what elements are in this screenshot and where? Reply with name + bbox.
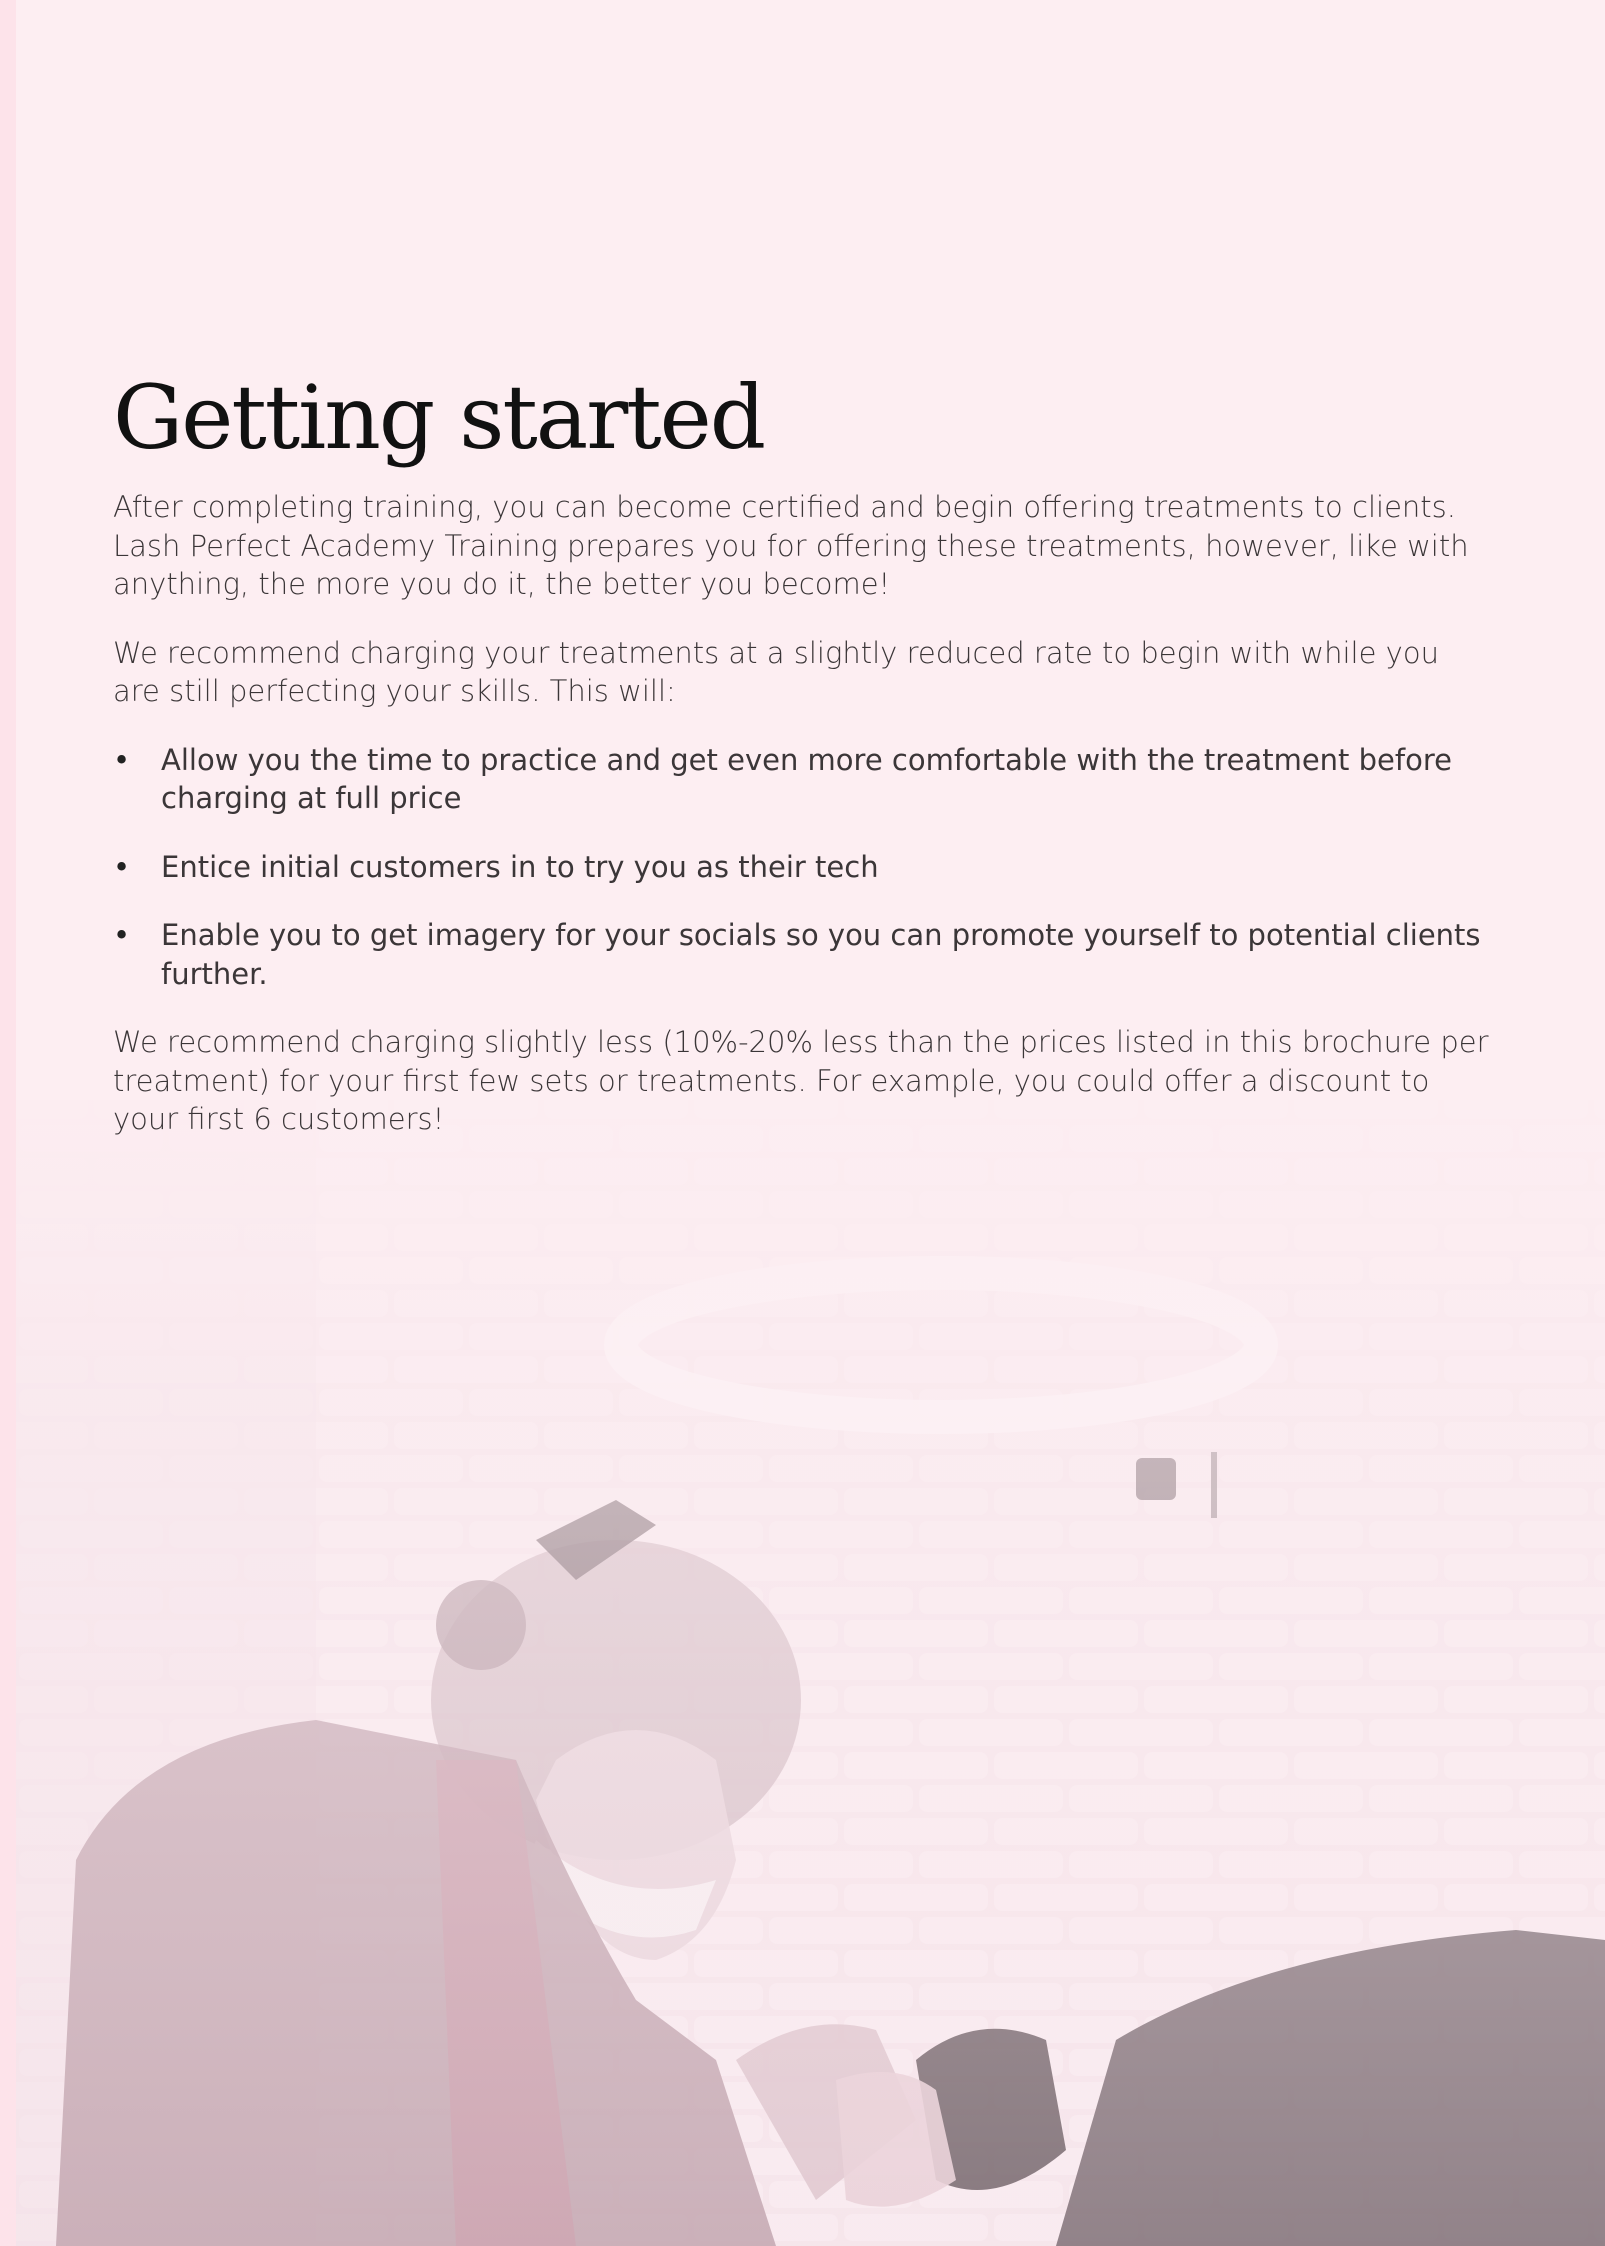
list-item-text: Entice initial customers in to try you a…	[161, 849, 879, 884]
list-item: • Entice initial customers in to try you…	[113, 848, 1493, 887]
benefits-list: • Allow you the time to practice and get…	[113, 741, 1493, 994]
page-title: Getting started	[113, 366, 766, 469]
page-edge-strip	[0, 0, 16, 2246]
list-item: • Allow you the time to practice and get…	[113, 741, 1493, 818]
document-content: Getting started After completing trainin…	[113, 368, 1493, 1169]
bullet-icon: •	[113, 918, 131, 952]
intro-paragraph: After completing training, you can becom…	[113, 490, 1469, 601]
list-item-text: Enable you to get imagery for your socia…	[161, 918, 1481, 991]
list-item-text: Allow you the time to practice and get e…	[161, 742, 1452, 816]
bullet-icon: •	[113, 742, 131, 777]
bullet-icon: •	[113, 849, 131, 884]
closing-paragraph: We recommend charging slightly less (10%…	[113, 1025, 1489, 1136]
recommendation-paragraph: We recommend charging your treatments at…	[113, 635, 1439, 709]
list-item: • Enable you to get imagery for your soc…	[113, 916, 1493, 993]
